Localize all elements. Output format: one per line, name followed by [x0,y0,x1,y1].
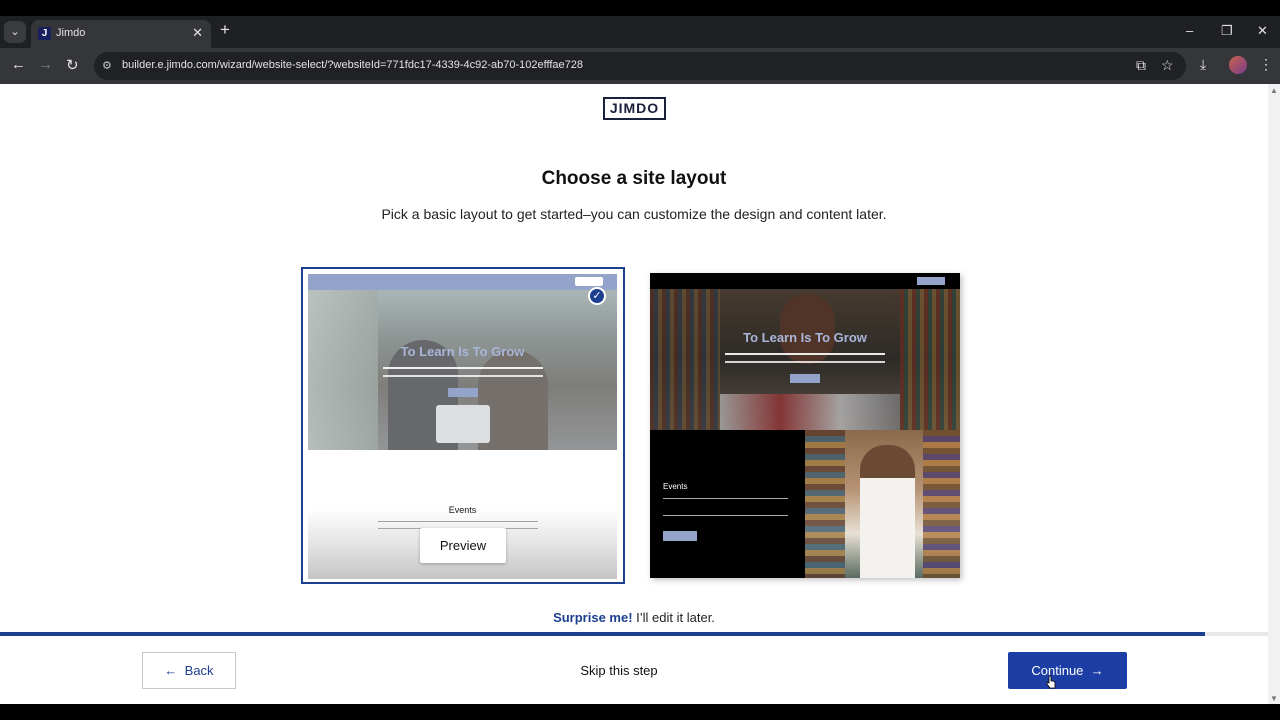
progress-fill [0,632,1205,636]
progress-bar [0,632,1268,636]
selected-check-icon: ✓ [588,287,606,305]
hand-cursor-icon [1046,675,1056,689]
photo-person [860,445,915,578]
preview-nav-button [575,277,603,286]
back-nav-icon[interactable]: ← [11,56,26,73]
preview-nav-bar [650,273,960,289]
url-text[interactable]: builder.e.jimdo.com/wizard/website-selec… [122,59,583,71]
browser-menu-icon[interactable]: ⋮ [1259,56,1273,73]
browser-window: ⌄ J Jimdo ✕ + – ❐ ✕ ← → ↻ ⚙ builder.e.ji… [0,0,1280,720]
arrow-right-icon: → [1090,663,1104,678]
scroll-up-icon[interactable]: ▲ [1270,86,1278,95]
preview-hero-button [790,374,820,383]
preview-hero-title: To Learn Is To Grow [743,330,867,345]
preview-button[interactable]: Preview [420,528,506,563]
page-scrollbar[interactable] [1268,84,1280,704]
tab-close-icon[interactable]: ✕ [192,25,203,41]
preview-library-photo [805,430,960,578]
scroll-down-icon[interactable]: ▼ [1270,694,1278,703]
window-close-icon[interactable]: ✕ [1257,23,1268,39]
jimdo-logo: JIMDO [603,97,666,120]
address-bar[interactable]: ⚙ builder.e.jimdo.com/wizard/website-sel… [94,52,1186,80]
preview-events-title: Events [663,482,688,491]
bookmark-star-icon[interactable]: ☆ [1161,57,1174,74]
preview-nav-button [917,277,945,285]
surprise-me-link[interactable]: Surprise me! [553,610,632,625]
reload-icon[interactable]: ↻ [66,56,79,74]
page-subtitle: Pick a basic layout to get started–you c… [381,206,887,222]
preview-events-text [663,498,788,516]
preview-hero-text [383,367,543,377]
browser-tab[interactable]: J Jimdo ✕ [31,20,211,48]
page-title: Choose a site layout [541,168,727,189]
forward-nav-icon[interactable]: → [38,56,53,73]
photo-bookshelf [805,430,845,578]
photo-bookshelf [923,430,960,578]
preview-hero-text [725,353,885,363]
download-icon[interactable]: ⤓ [1200,56,1206,73]
page-content: JIMDO Choose a site layout Pick a basic … [0,84,1268,704]
preview-hero-image: To Learn Is To Grow [650,289,960,430]
minimize-icon[interactable]: – [1186,23,1193,38]
preview-hero-button [448,388,478,397]
layout-card-1[interactable]: To Learn Is To Grow Events ✓ Preview [301,267,625,584]
surprise-me-row: Surprise me! I’ll edit it later. [0,610,1268,625]
restore-icon[interactable]: ❐ [1221,23,1233,39]
preview-nav-bar [308,274,617,290]
install-app-icon[interactable]: ⧉ [1136,57,1146,74]
continue-button[interactable]: Continue → [1008,652,1127,689]
layout-card-2[interactable]: To Learn Is To Grow Events [650,273,960,578]
site-info-icon[interactable]: ⚙ [102,59,112,72]
tab-title: Jimdo [56,27,86,39]
preview-hero-title: To Learn Is To Grow [400,344,525,359]
tab-search-dropdown-icon[interactable]: ⌄ [4,21,26,43]
profile-avatar[interactable] [1229,56,1247,74]
continue-button-label: Continue [1031,663,1084,678]
new-tab-icon[interactable]: + [220,20,230,40]
skip-step-button[interactable]: Skip this step [560,663,678,678]
preview-hero-image: To Learn Is To Grow [308,290,617,450]
surprise-me-text: I’ll edit it later. [632,610,715,625]
jimdo-favicon-icon: J [38,27,51,40]
back-button-label: Back [184,663,214,678]
back-button[interactable]: ← Back [142,652,236,689]
arrow-left-icon: ← [164,663,178,678]
preview-events-button [663,531,697,541]
browser-toolbar: ← → ↻ ⚙ builder.e.jimdo.com/wizard/websi… [0,48,1280,84]
tab-strip: ⌄ J Jimdo ✕ + – ❐ ✕ [0,16,1280,48]
